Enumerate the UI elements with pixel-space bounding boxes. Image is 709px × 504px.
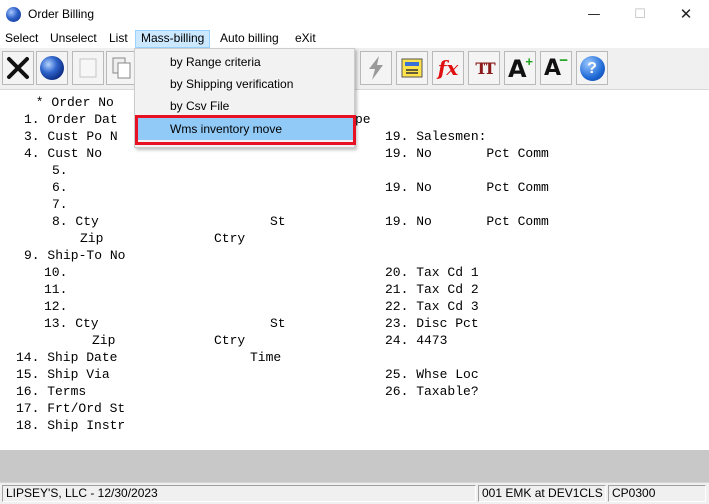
field-ship-address-12[interactable]: 12. bbox=[44, 299, 67, 314]
exit-button[interactable] bbox=[2, 51, 34, 85]
field-address-5[interactable]: 5. bbox=[52, 163, 68, 178]
status-program: CP0300 bbox=[608, 485, 706, 502]
exit-icon bbox=[7, 57, 29, 79]
field-4473[interactable]: 24. 4473 bbox=[385, 333, 447, 348]
field-order-date[interactable]: 1. Order Dat bbox=[24, 112, 118, 127]
field-ship-country[interactable]: Ctry bbox=[214, 333, 245, 348]
menu-item-by-csv-file[interactable]: by Csv File bbox=[135, 95, 354, 117]
font-decrease-button[interactable]: A − bbox=[540, 51, 572, 85]
status-bar: LIPSEY'S, LLC - 12/30/2023 001 EMK at DE… bbox=[0, 482, 709, 504]
field-address-7[interactable]: 7. bbox=[52, 197, 68, 212]
font-size-icon: TT bbox=[475, 58, 495, 78]
font-increase-button[interactable]: A + bbox=[504, 51, 536, 85]
field-salesman-1[interactable]: 19. No Pct Comm bbox=[385, 146, 549, 161]
field-tax-cd-2[interactable]: 21. Tax Cd 2 bbox=[385, 282, 479, 297]
field-city[interactable]: 8. Cty bbox=[52, 214, 99, 229]
field-disc-pct[interactable]: 23. Disc Pct bbox=[385, 316, 479, 331]
font-size-button[interactable]: TT bbox=[468, 51, 500, 85]
minimize-button[interactable]: — bbox=[571, 0, 617, 30]
lightning-icon bbox=[369, 56, 383, 80]
field-country[interactable]: Ctry bbox=[214, 231, 245, 246]
bottom-band bbox=[0, 450, 709, 482]
help-button[interactable]: ? bbox=[576, 51, 608, 85]
blank-icon bbox=[79, 58, 97, 78]
calculator-button[interactable] bbox=[396, 51, 428, 85]
calculator-icon bbox=[401, 58, 423, 78]
maximize-button[interactable]: ☐ bbox=[617, 0, 663, 30]
field-address-6[interactable]: 6. bbox=[52, 180, 68, 195]
menu-mass-billing[interactable]: Mass-billing bbox=[135, 30, 211, 48]
field-tax-cd-3[interactable]: 22. Tax Cd 3 bbox=[385, 299, 479, 314]
globe-button[interactable] bbox=[36, 51, 68, 85]
close-button[interactable]: ✕ bbox=[663, 0, 709, 30]
mass-billing-dropdown: by Range criteria by Shipping verificati… bbox=[134, 48, 355, 148]
menu-item-wms-inventory-move[interactable]: Wms inventory move bbox=[135, 118, 354, 140]
field-salesman-2[interactable]: 19. No Pct Comm bbox=[385, 180, 549, 195]
status-user: 001 EMK at DEV1CLS bbox=[478, 485, 606, 502]
globe-icon bbox=[40, 56, 64, 80]
copy-icon bbox=[112, 57, 131, 79]
field-ship-to-no[interactable]: 9. Ship-To No bbox=[24, 248, 125, 263]
menu-exit[interactable]: eXit bbox=[290, 30, 321, 48]
fx-button[interactable]: fx bbox=[432, 51, 464, 85]
field-salesmen[interactable]: 19. Salesmen: bbox=[385, 129, 486, 144]
field-ship-date[interactable]: 14. Ship Date bbox=[16, 350, 117, 365]
menu-bar: Select Unselect List Mass-billing Auto b… bbox=[0, 30, 709, 48]
font-increase-icon: A + bbox=[508, 54, 533, 83]
menu-item-by-shipping-verification[interactable]: by Shipping verification bbox=[135, 73, 354, 95]
menu-item-by-range-criteria[interactable]: by Range criteria bbox=[135, 51, 354, 73]
field-salesman-3[interactable]: 19. No Pct Comm bbox=[385, 214, 549, 229]
menu-unselect[interactable]: Unselect bbox=[45, 30, 102, 48]
field-ship-city[interactable]: 13. Cty bbox=[44, 316, 99, 331]
lightning-button[interactable] bbox=[360, 51, 392, 85]
field-cust-no[interactable]: 4. Cust No bbox=[24, 146, 102, 161]
field-frt-ord-st[interactable]: 17. Frt/Ord St bbox=[16, 401, 125, 416]
field-zip[interactable]: Zip bbox=[80, 231, 103, 246]
font-decrease-icon: A − bbox=[544, 52, 568, 81]
menu-auto-billing[interactable]: Auto billing bbox=[215, 30, 284, 48]
field-taxable[interactable]: 26. Taxable? bbox=[385, 384, 479, 399]
field-whse-loc[interactable]: 25. Whse Loc bbox=[385, 367, 479, 382]
field-ship-time[interactable]: Time bbox=[250, 350, 281, 365]
field-terms[interactable]: 16. Terms bbox=[16, 384, 86, 399]
field-cust-po[interactable]: 3. Cust Po N bbox=[24, 129, 118, 144]
blank-button[interactable] bbox=[72, 51, 104, 85]
field-ship-zip[interactable]: Zip bbox=[92, 333, 115, 348]
app-globe-icon bbox=[6, 7, 21, 22]
field-ship-via[interactable]: 15. Ship Via bbox=[16, 367, 110, 382]
menu-list[interactable]: List bbox=[104, 30, 133, 48]
field-ship-instr[interactable]: 18. Ship Instr bbox=[16, 418, 125, 433]
window-title: Order Billing bbox=[28, 7, 95, 21]
field-tax-cd-1[interactable]: 20. Tax Cd 1 bbox=[385, 265, 479, 280]
status-company: LIPSEY'S, LLC - 12/30/2023 bbox=[2, 485, 476, 502]
menu-select[interactable]: Select bbox=[0, 30, 43, 48]
help-icon: ? bbox=[579, 55, 605, 81]
field-type-fragment: pe bbox=[355, 112, 371, 127]
field-ship-address-11[interactable]: 11. bbox=[44, 282, 67, 297]
field-ship-address-10[interactable]: 10. bbox=[44, 265, 67, 280]
field-order-no[interactable]: * Order No bbox=[28, 95, 114, 110]
fx-icon: fx bbox=[437, 56, 459, 80]
field-ship-state[interactable]: St bbox=[270, 316, 286, 331]
field-state[interactable]: St bbox=[270, 214, 286, 229]
title-bar: Order Billing — ☐ ✕ bbox=[0, 0, 709, 30]
